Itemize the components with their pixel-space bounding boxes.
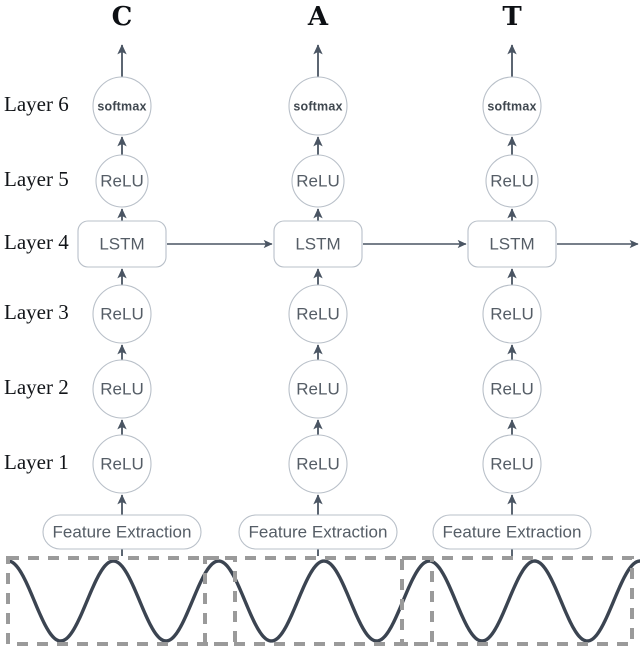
node-label-relu-5-column-a: ReLU [296, 171, 339, 190]
architecture-diagram: Layer 6 Layer 5 Layer 4 Layer 3 Layer 2 Layer… [4, 2, 640, 646]
segment-window-a[interactable] [203, 556, 434, 646]
layer-label-5: Layer 2 [4, 375, 69, 399]
node-label-feature-extraction-column-a: Feature Extraction [249, 522, 388, 541]
node-label-lstm-column-c: LSTM [99, 234, 144, 253]
output-letter-t: T [502, 2, 522, 32]
layer-label-2: Layer 5 [4, 167, 69, 191]
node-label-relu-1-column-c: ReLU [100, 454, 143, 473]
node-label-softmax-column-a: softmax [293, 99, 342, 113]
output-letter-a: A [307, 2, 329, 32]
output-letter-group: CAT [112, 2, 523, 32]
segment-window-c[interactable] [6, 556, 237, 646]
node-group: softmax ReLU LSTM ReLU ReLU ReLU Feature Extra… [42, 76, 592, 550]
layer-label-6: Layer 1 [4, 450, 69, 474]
layer-label-1: Layer 6 [4, 92, 69, 116]
node-label-lstm-column-t: LSTM [489, 234, 534, 253]
node-label-relu-3-column-a: ReLU [296, 304, 339, 323]
node-label-relu-1-column-t: ReLU [490, 454, 533, 473]
node-label-relu-2-column-c: ReLU [100, 379, 143, 398]
node-label-lstm-column-a: LSTM [295, 234, 340, 253]
node-label-relu-5-column-c: ReLU [100, 171, 143, 190]
node-label-softmax-column-t: softmax [487, 99, 536, 113]
node-label-feature-extraction-column-c: Feature Extraction [53, 522, 192, 541]
diagram-canvas: Layer 6 Layer 5 Layer 4 Layer 3 Layer 2 Layer… [0, 0, 640, 647]
layer-label-3: Layer 4 [4, 230, 69, 254]
waveform-group [6, 559, 640, 643]
node-label-feature-extraction-column-t: Feature Extraction [443, 522, 582, 541]
input-waveform [6, 559, 640, 643]
output-letter-c: C [112, 2, 133, 32]
layer-label-group: Layer 6 Layer 5 Layer 4 Layer 3 Layer 2 Layer… [4, 92, 69, 474]
node-label-relu-2-column-t: ReLU [490, 379, 533, 398]
node-label-relu-5-column-t: ReLU [490, 171, 533, 190]
node-label-relu-2-column-a: ReLU [296, 379, 339, 398]
node-label-relu-3-column-t: ReLU [490, 304, 533, 323]
layer-label-4: Layer 3 [4, 300, 69, 324]
node-label-softmax-column-c: softmax [97, 99, 146, 113]
node-label-relu-3-column-c: ReLU [100, 304, 143, 323]
node-label-relu-1-column-a: ReLU [296, 454, 339, 473]
